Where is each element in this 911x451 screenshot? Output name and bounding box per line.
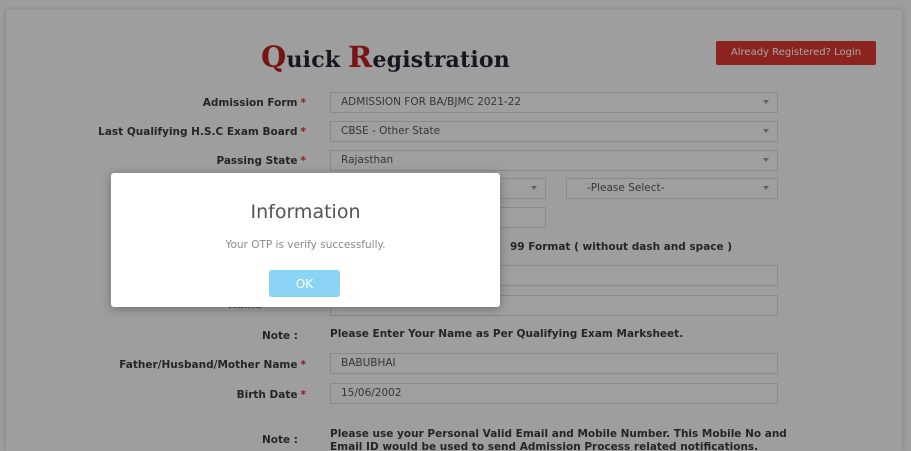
ok-button[interactable]: OK <box>269 270 340 297</box>
information-dialog: Information Your OTP is verify successfu… <box>111 173 500 307</box>
dialog-message: Your OTP is verify successfully. <box>225 239 386 251</box>
dialog-title: Information <box>250 201 361 223</box>
